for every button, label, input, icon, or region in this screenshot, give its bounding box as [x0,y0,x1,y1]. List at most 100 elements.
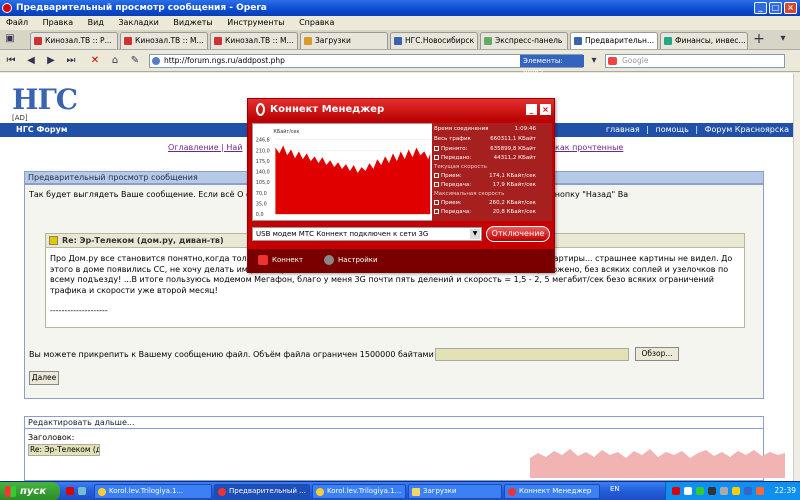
stat-max-tx: Передача: 20,8 КБайт/сек [434,208,550,217]
mts-tray-icon[interactable] [672,487,680,495]
feed-icon[interactable]: ✎ [128,54,142,68]
language-indicator[interactable]: EN [610,485,620,493]
link-help[interactable]: помощь [656,125,689,134]
task-korol-2[interactable]: Korol.lev.Trilogiya.1... [312,484,406,499]
tab-preview[interactable]: Предварительн... [570,32,658,49]
max-rx-checkbox[interactable] [434,200,439,205]
task-preview[interactable]: Предварительный ... [214,484,310,499]
task-downloads[interactable]: Загрузки [408,484,502,499]
antivirus-tray-icon[interactable] [696,487,704,495]
menu-help[interactable]: Справка [299,18,334,27]
ngs-logo[interactable]: НГС [12,83,78,116]
sent-checkbox[interactable] [434,155,439,160]
chevron-down-icon[interactable]: ▼ [470,229,480,239]
video-icon [98,488,106,496]
current-tx-checkbox[interactable] [434,182,439,187]
search-input[interactable]: Google [605,54,785,68]
stop-icon[interactable]: ✕ [88,54,102,68]
ad-label: [AD] [12,114,28,122]
tab-kinozal-2[interactable]: Кинозал.ТВ :: М... [120,32,208,49]
new-tab-icon[interactable]: + [752,32,766,46]
dialog-close-icon[interactable]: × [540,104,551,115]
opera-icon [218,488,226,496]
rewind-icon[interactable]: ⏮ [4,54,18,68]
disconnect-button[interactable]: Отключение [486,226,550,242]
max-speed-section: Максимальная скорость [434,191,505,197]
menu-file[interactable]: Файл [6,18,28,27]
taskbar: пуск Korol.lev.Trilogiya.1... Предварите… [0,481,800,500]
close-icon[interactable]: × [784,2,797,14]
tab-favicon-icon [394,37,402,45]
title-input[interactable]: Re: Эр-Телеком (до [28,444,100,456]
stat-current-rx: Прием: 174,1 КБайт/сек [434,172,550,181]
post-separator: -------------------- [50,306,108,315]
tab-list-icon[interactable]: ▾ [776,32,790,46]
menu-tools[interactable]: Инструменты [227,18,284,27]
dialog-titlebar: Коннект Менеджер _ × [248,99,554,121]
post-icon [49,236,58,245]
video-icon [316,488,324,496]
file-input[interactable] [435,348,629,361]
fast-forward-icon[interactable]: ⏭ [64,54,78,68]
traffic-area [275,145,431,215]
player-tray-icon[interactable] [708,487,716,495]
maximize-icon[interactable]: □ [769,2,782,14]
breadcrumb[interactable]: Оглавление | Най [168,143,243,152]
stat-current-tx: Передача: 17,9 КБайт/сек [434,181,550,190]
y-tick-label: 140,0 [256,170,270,176]
minimize-icon[interactable]: _ [754,2,767,14]
tab-downloads[interactable]: Загрузки [300,32,388,49]
forward-icon[interactable]: ▶ [44,54,58,68]
tab-speed-dial[interactable]: Экспресс-панель [480,32,568,49]
start-button[interactable]: пуск [0,482,60,500]
search-engine-icon [608,57,617,65]
menu-view[interactable]: Вид [88,18,104,27]
task-connect-manager[interactable]: Коннект Менеджер [504,484,600,499]
forum-title: НГС Форум [16,125,68,134]
menu-bookmarks[interactable]: Закладки [118,18,158,27]
mark-read-link[interactable]: как прочтенные [555,143,623,152]
tab-kinozal-3[interactable]: Кинозал.ТВ :: М... [210,32,298,49]
tab-kinozal-1[interactable]: Кинозал.ТВ :: Р... [30,32,118,49]
y-tick-label: 35,0 [256,201,267,207]
dialog-title: Коннект Менеджер [270,104,385,115]
y-tick-label: 246,8 [256,138,270,144]
tab-settings[interactable]: Настройки [324,254,378,266]
dialog-minimize-icon[interactable]: _ [526,104,537,115]
page-scrollbar[interactable] [793,73,800,481]
top-links: главная | помощь | Форум Красноярска [602,123,789,137]
stat-received: Принято: 635899,8 КБайт [434,145,550,154]
link-home[interactable]: главная [606,125,640,134]
back-icon[interactable]: ◀ [24,54,38,68]
tab-favicon-icon [124,37,132,45]
tab-ngs[interactable]: НГС.Новосибирск [390,32,478,49]
panel-toggle-icon[interactable]: ▣ [3,32,17,46]
y-tick-label: 0,0 [256,212,264,218]
connection-select[interactable]: USB модем МТС Коннект подключен к сети 3… [252,227,482,241]
menu-edit[interactable]: Правка [43,18,73,27]
network-tray-icon[interactable] [684,487,692,495]
tab-finance[interactable]: Финансы, инвес... [660,32,748,49]
opera-icon [2,3,12,13]
volume-tray-icon[interactable] [732,487,740,495]
menu-widgets[interactable]: Виджеты [173,18,212,27]
browse-button[interactable]: Обзор... [635,347,679,361]
title-label: Заголовок: [28,433,75,442]
next-button[interactable]: Далее [29,371,59,385]
received-checkbox[interactable] [434,146,439,151]
opera-quicklaunch-icon[interactable] [66,487,74,495]
update-tray-icon[interactable] [744,487,752,495]
address-dropdown-icon[interactable]: ▾ [587,54,601,68]
tab-connect[interactable]: Коннект [258,254,303,266]
app-tray-icon[interactable] [756,487,764,495]
current-rx-checkbox[interactable] [434,173,439,178]
tab-bar: ▣ Кинозал.ТВ :: Р... Кинозал.ТВ :: М... … [0,30,800,50]
home-icon[interactable]: ⌂ [108,54,122,68]
explorer-quicklaunch-icon[interactable] [78,487,86,495]
max-tx-checkbox[interactable] [434,209,439,214]
link-krasnoyarsk-forum[interactable]: Форум Красноярска [705,125,789,134]
address-field[interactable]: http://forum.ngs.ru/addpost.php [149,54,583,68]
connect-manager-window: Коннект Менеджер _ × КБайт/сек 246,8 210,… [247,98,555,273]
usb-tray-icon[interactable] [720,487,728,495]
task-korol-1[interactable]: Korol.lev.Trilogiya.1... [94,484,212,499]
